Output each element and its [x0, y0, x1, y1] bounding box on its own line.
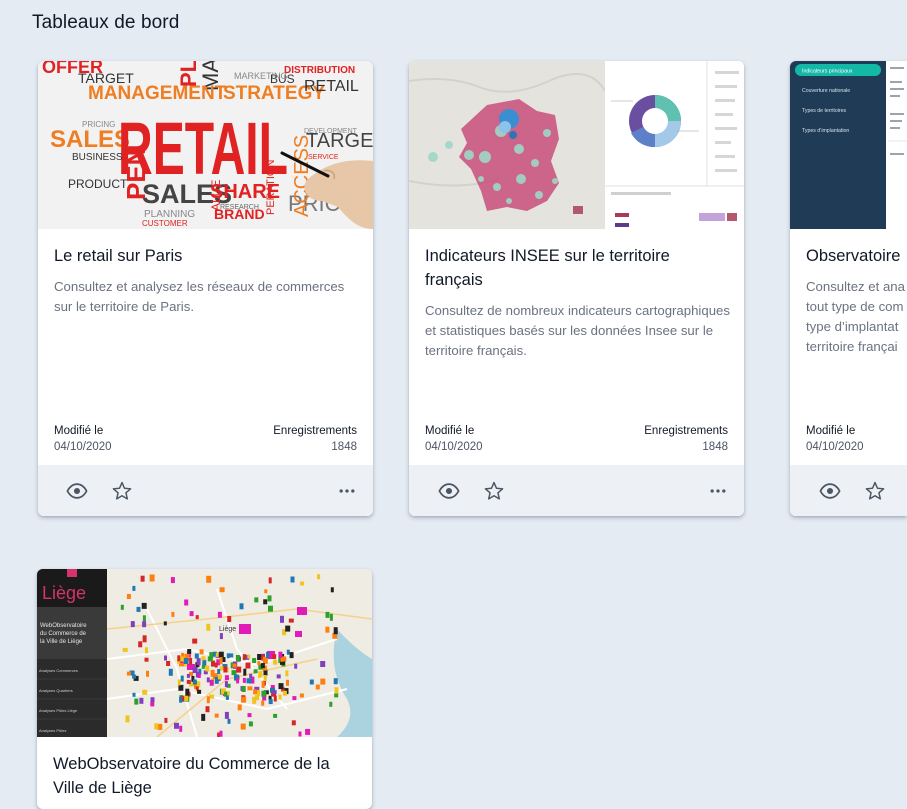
thumb-word: PEN: [121, 147, 151, 200]
records-count: Enregistrements 1848: [273, 423, 357, 455]
card-description-line: tout type de com: [806, 299, 904, 314]
thumb-menu-item: Types d’implantation: [802, 128, 849, 134]
modified-value: 04/10/2020: [54, 441, 112, 453]
thumb-menu-item: Analyses Commerces: [39, 668, 78, 673]
card-actions: [38, 465, 373, 516]
thumb-word: RETAIL: [304, 78, 359, 95]
card-title-line: WebObservatoire du Commerce de la: [53, 755, 330, 773]
thumb-map-label: Liège: [219, 626, 236, 633]
eye-icon[interactable]: [65, 479, 89, 503]
dashboard-card-observatoire[interactable]: Indicateurs principaux Couverture nation…: [790, 61, 907, 516]
thumb-menu-item: Analyses Pôles Liège: [39, 708, 78, 713]
thumb-word: DEVELOPMENT: [304, 128, 358, 135]
dashboard-card-liege[interactable]: Liège WebObservatoire du Commerce de la …: [37, 569, 372, 809]
thumb-subtitle-line: WebObservatoire: [40, 623, 87, 629]
thumb-subtitle-line: du Commerce de: [40, 631, 87, 637]
thumb-subtitle-line: la Ville de Liège: [40, 639, 83, 645]
thumb-word: PERATION: [265, 160, 277, 215]
star-outline-icon[interactable]: [110, 479, 134, 503]
thumb-word: CUSTOMER: [142, 219, 188, 228]
records-value: 1848: [331, 441, 357, 453]
modified-label: Modifié le: [54, 425, 104, 437]
thumb-word: PRICING: [82, 120, 115, 129]
records-label: Enregistrements: [644, 425, 728, 437]
more-horizontal-icon[interactable]: [706, 479, 730, 503]
modified-label: Modifié le: [425, 425, 475, 437]
thumb-menu-item: Types de territoires: [802, 108, 847, 114]
card-thumbnail: [409, 61, 744, 229]
card-actions: [409, 465, 744, 516]
modified-label: Modifié le: [806, 425, 856, 437]
page-title: Tableaux de bord: [32, 12, 180, 33]
records-value: 1848: [702, 441, 728, 453]
records-label: Enregistrements: [273, 425, 357, 437]
thumb-word: MARKETING: [234, 71, 288, 81]
thumb-word: ACCESS: [291, 135, 313, 217]
card-actions: [790, 465, 907, 516]
card-thumbnail: OFFER TARGET PL MAR BUS DISTRIBUTION MAN…: [38, 61, 373, 229]
card-title: WebObservatoire du Commerce de la Ville …: [53, 752, 358, 800]
thumb-word: DISTRIBUTION: [284, 65, 355, 76]
card-description-line: Consultez et ana: [806, 279, 905, 294]
thumb-word: BUSINESS: [72, 152, 123, 163]
dashboard-card-insee[interactable]: Indicateurs INSEE sur le territoire fran…: [409, 61, 744, 516]
star-outline-icon[interactable]: [863, 479, 887, 503]
card-title: Le retail sur Paris: [54, 247, 183, 265]
card-description-line: territoire françai: [806, 339, 898, 354]
card-description: Consultez et ana tout type de com type d…: [806, 277, 907, 357]
modified-value: 04/10/2020: [806, 441, 864, 453]
modified-date: Modifié le 04/10/2020: [54, 423, 112, 455]
eye-icon[interactable]: [437, 479, 461, 503]
thumb-menu-item: Indicateurs principaux: [802, 69, 853, 75]
thumb-word: PRODUCT: [68, 177, 128, 191]
thumb-word: MANAGEMENT: [88, 83, 227, 104]
dashboard-card-retail-paris[interactable]: OFFER TARGET PL MAR BUS DISTRIBUTION MAN…: [38, 61, 373, 516]
modified-date: Modifié le 04/10/2020: [806, 423, 864, 455]
thumb-word: RESEARCH: [220, 204, 259, 211]
card-thumbnail: Liège WebObservatoire du Commerce de la …: [37, 569, 372, 737]
modified-value: 04/10/2020: [425, 441, 483, 453]
eye-icon[interactable]: [818, 479, 842, 503]
star-outline-icon[interactable]: [482, 479, 506, 503]
card-description-line: type d’implantat: [806, 319, 899, 334]
card-title-line: Ville de Liège: [53, 779, 152, 797]
card-title: Indicateurs INSEE sur le territoire fran…: [425, 247, 670, 289]
card-description: Consultez de nombreux indicateurs cartog…: [425, 303, 730, 358]
card-title: Observatoire: [806, 247, 901, 265]
card-description: Consultez et analysez les réseaux de com…: [54, 279, 345, 314]
modified-date: Modifié le 04/10/2020: [425, 423, 483, 455]
thumb-menu-item: Analyses Pôles: [39, 728, 66, 733]
thumb-word: ALUE: [209, 180, 223, 211]
records-count: Enregistrements 1848: [644, 423, 728, 455]
more-horizontal-icon[interactable]: [335, 479, 359, 503]
thumb-logo: Liège: [42, 583, 86, 603]
thumb-menu-item: Analyses Quartiers: [39, 688, 73, 693]
card-thumbnail: Indicateurs principaux Couverture nation…: [790, 61, 907, 229]
thumb-menu-item: Couverture nationale: [802, 88, 850, 94]
